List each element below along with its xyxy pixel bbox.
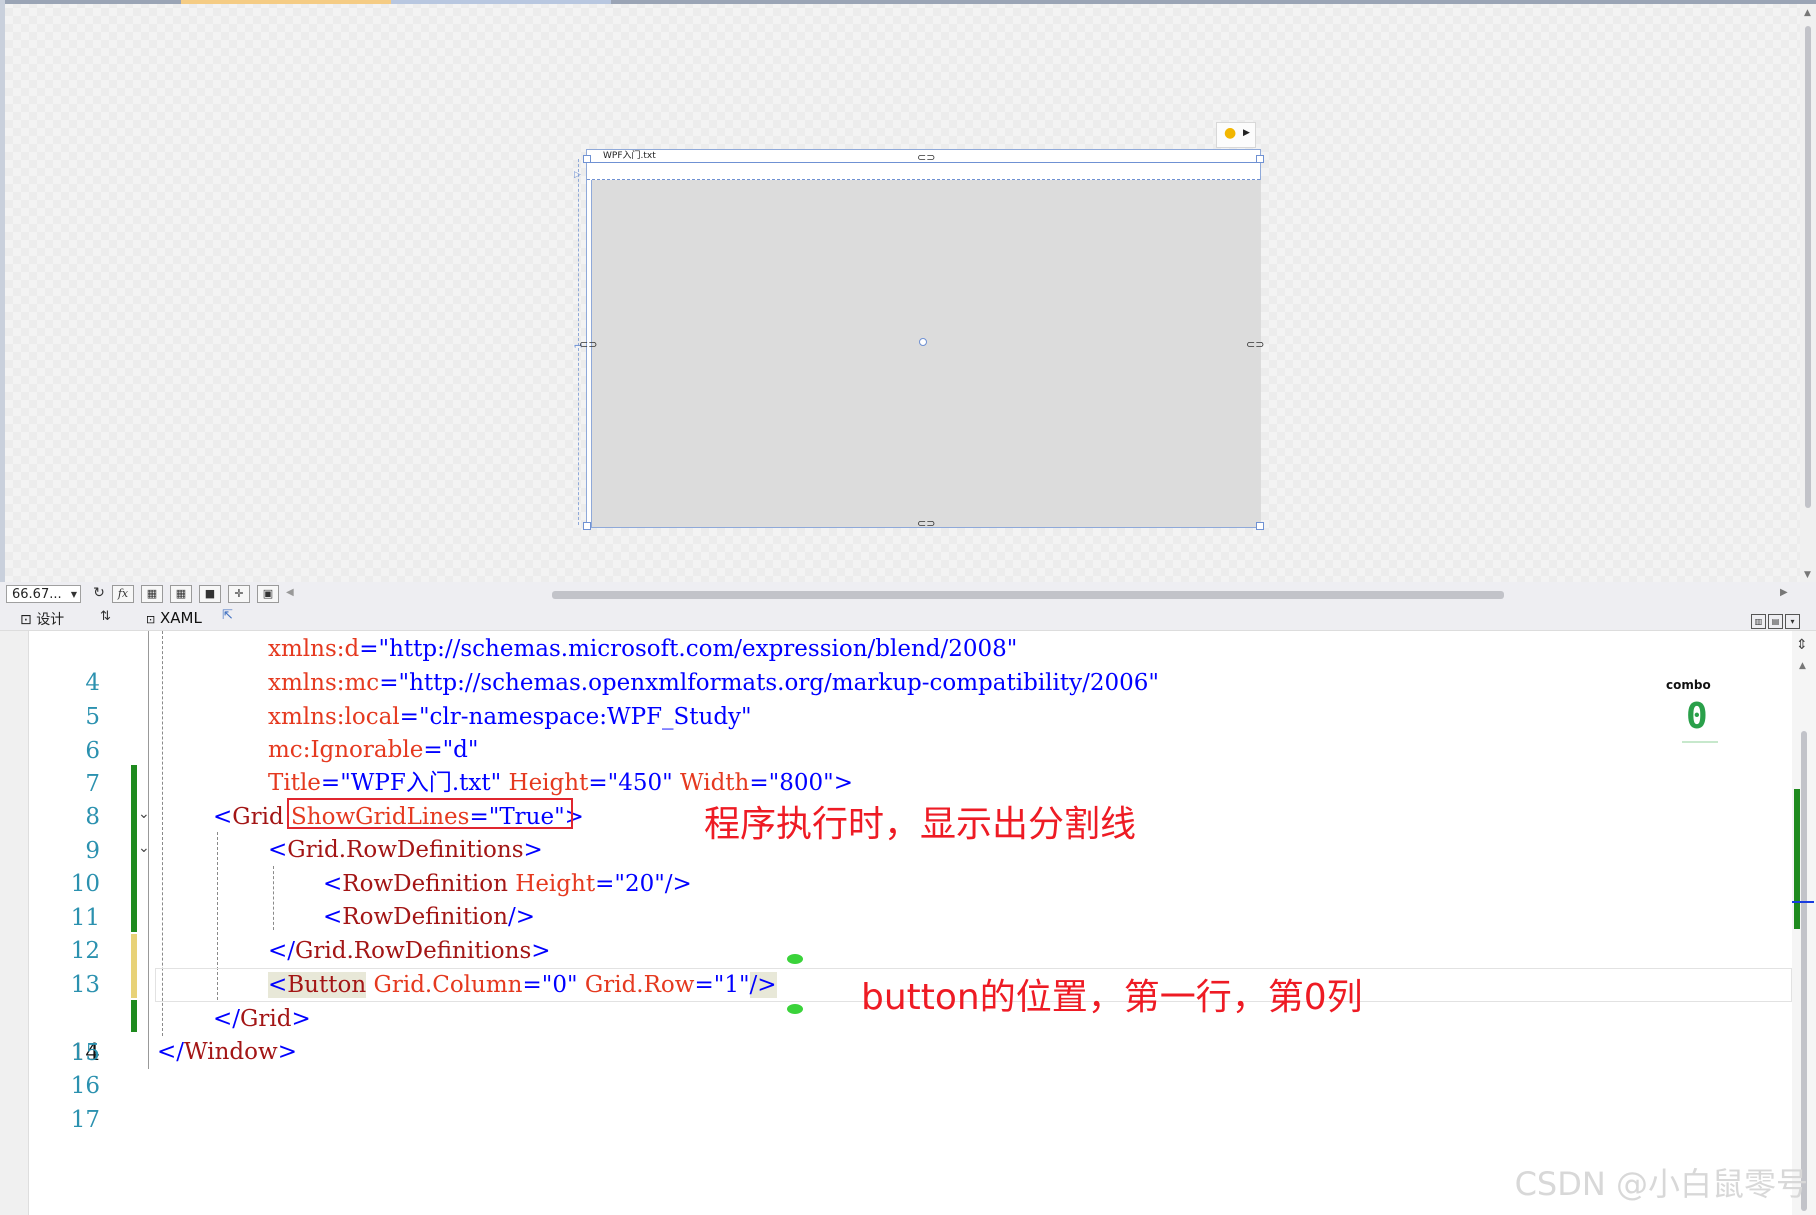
resize-handle-top-left[interactable] <box>583 155 591 163</box>
scrollbar-caret-marker <box>1792 901 1814 903</box>
resize-handle-bottom-right[interactable] <box>1256 522 1264 530</box>
expand-arrow-icon: ▶ <box>1243 128 1250 138</box>
designer-vertical-scrollbar[interactable]: ▲ ▼ <box>1800 4 1816 582</box>
line-number: 17 <box>70 1107 100 1133</box>
view-tab-bar: ⊡ 设计 ⇅ ⊡ XAML ⇱ ▥ ▤ ▾ <box>0 606 1816 631</box>
code-line[interactable]: 17 <box>0 1069 1790 1133</box>
effects-toggle-button[interactable]: fx <box>112 585 134 603</box>
snap-to-snaplines-icon[interactable]: ✛ <box>228 585 250 603</box>
tab-xaml[interactable]: ⊡ XAML <box>146 609 202 627</box>
snap-to-grid-icon[interactable]: ▦ <box>170 585 192 603</box>
annotation-highlight-box <box>287 798 573 829</box>
active-document-tab-indicator[interactable] <box>181 0 391 4</box>
code-line[interactable]: 13 </Grid.RowDefinitions> <box>0 934 1790 998</box>
scroll-left-icon[interactable]: ◀ <box>286 587 294 598</box>
combo-label: combo <box>1666 678 1711 692</box>
row-ruler-marker[interactable]: ▷ <box>574 170 581 180</box>
designer-horizontal-scroll-thumb[interactable] <box>552 591 1504 599</box>
swap-panes-button[interactable]: ⇅ <box>100 609 111 624</box>
code-line[interactable]: 5 xmlns:mc="http://schemas.openxmlformat… <box>0 666 1790 730</box>
scroll-down-icon[interactable]: ▼ <box>1804 570 1811 580</box>
annotation-text: button的位置，第一行，第0列 <box>861 977 1363 1018</box>
margin-link-right-icon[interactable]: ⊂⊃ <box>1246 338 1264 351</box>
zoom-value: 66.67... <box>12 587 62 602</box>
scrollbar-change-marker <box>1794 789 1800 929</box>
annotation-text: 程序执行时，显示出分割线 <box>704 804 1137 845</box>
grid-row-1[interactable] <box>591 180 1261 527</box>
designer-horizontal-scrollbar[interactable] <box>300 591 1778 599</box>
scroll-right-icon[interactable]: ▶ <box>1780 587 1788 598</box>
watermark: CSDN @小白鼠零号 <box>1514 1165 1808 1203</box>
resize-handle-bottom-left[interactable] <box>583 522 591 530</box>
chevron-down-icon[interactable]: ▼ <box>71 586 77 604</box>
document-tab-indicator[interactable] <box>391 0 611 4</box>
grid-row-0[interactable] <box>587 162 1260 180</box>
combo-underline <box>1682 741 1718 743</box>
design-view-icon: ⊡ <box>20 612 32 628</box>
editor-scroll-thumb[interactable] <box>1801 731 1807 1211</box>
document-tab-strip <box>5 0 1816 4</box>
tab-xaml-label: XAML <box>160 609 202 627</box>
tab-design[interactable]: ⊡ 设计 <box>20 609 64 629</box>
intellicode-marker-icon <box>787 1004 803 1014</box>
vertical-split-icon[interactable]: ▥ <box>1751 614 1766 629</box>
xaml-designer-surface[interactable]: ▷ 1 WPF入门.txt ⊂⊃ ⊂⊃ ⊂⊃ ⊂⊃ ● ▶ ▲ ▼ <box>0 0 1816 582</box>
zoom-select[interactable]: 66.67... ▼ <box>6 585 81 603</box>
horizontal-split-icon[interactable]: ▤ <box>1768 614 1783 629</box>
margin-link-top-icon[interactable]: ⊂⊃ <box>917 151 935 164</box>
code-line[interactable]: 12 <RowDefinition/> <box>0 900 1790 964</box>
code-line[interactable]: 16 </Window> <box>0 1035 1790 1099</box>
collapse-pane-icon[interactable]: ▾ <box>1785 614 1800 629</box>
refresh-icon[interactable]: ↻ <box>88 585 110 603</box>
split-editor-icon[interactable]: ⇕ <box>1796 637 1808 653</box>
code-line[interactable]: 4 xmlns:d="http://schemas.microsoft.com/… <box>0 632 1790 696</box>
designer-toolbar: 66.67... ▼ ↻ fx ▦ ▦ ■ ✛ ▣ ◀ ▶ <box>0 582 1816 606</box>
combo-counter: 0 <box>1686 696 1708 737</box>
resize-handle-top-right[interactable] <box>1256 155 1264 163</box>
grid-toggle-icon[interactable]: ▦ <box>141 585 163 603</box>
lightbulb-icon: ● <box>1224 125 1237 141</box>
designer-vertical-scroll-thumb[interactable] <box>1805 26 1811 508</box>
code-line[interactable]: 6 xmlns:local="clr-namespace:WPF_Study" <box>0 700 1790 764</box>
scroll-up-icon[interactable]: ▲ <box>1804 8 1811 18</box>
split-view-controls: ▥ ▤ ▾ <box>1749 609 1800 629</box>
artboard-background-icon[interactable]: ■ <box>199 585 221 603</box>
popout-xaml-icon[interactable]: ⇱ <box>222 608 233 623</box>
margin-link-left-icon[interactable]: ⊂⊃ <box>579 338 597 351</box>
editor-vertical-scrollbar[interactable]: ⇕ ▲ <box>1792 631 1816 1215</box>
xaml-view-icon: ⊡ <box>146 613 156 626</box>
margin-link-bottom-icon[interactable]: ⊂⊃ <box>917 517 935 530</box>
code-line[interactable]: 11 <RowDefinition Height="20"/> <box>0 867 1790 931</box>
quick-actions-button[interactable]: ● ▶ <box>1216 122 1256 148</box>
fx-icon: fx <box>117 587 129 600</box>
tab-design-label: 设计 <box>36 612 65 628</box>
swap-panes-icon: ⇅ <box>100 609 111 624</box>
device-preview-icon[interactable]: ▣ <box>257 585 279 603</box>
code-line[interactable]: 7 mc:Ignorable="d" <box>0 733 1790 797</box>
intellicode-marker-icon <box>787 954 803 964</box>
scroll-up-icon[interactable]: ▲ <box>1799 661 1806 671</box>
center-point-marker <box>919 338 927 346</box>
